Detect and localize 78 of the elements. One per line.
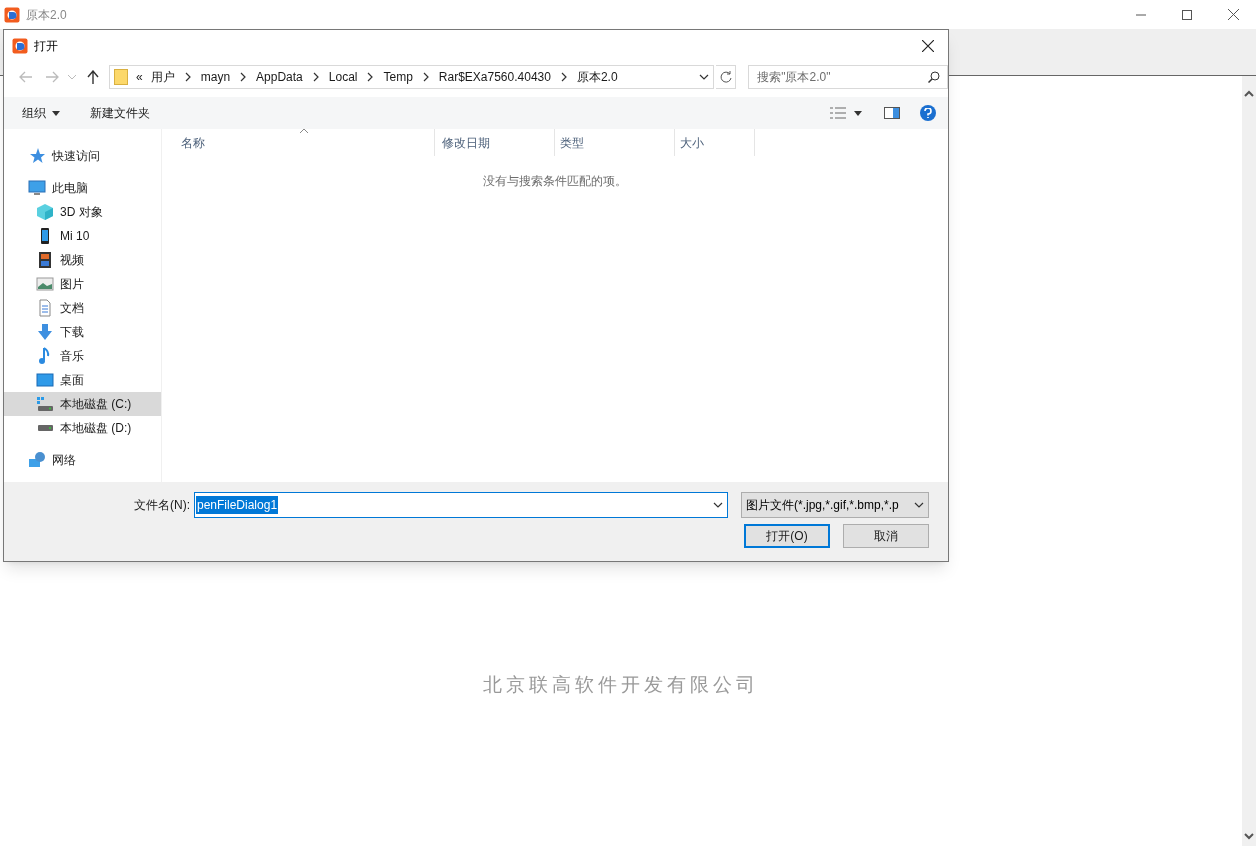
cube-icon [36,203,54,221]
breadcrumb[interactable]: AppData [256,68,303,86]
filename-field[interactable]: penFileDialog1 [194,492,728,518]
star-icon [28,147,46,165]
scroll-down-icon[interactable] [1244,833,1254,840]
film-icon [36,251,54,269]
search-field[interactable]: 搜索"原本2.0" [748,65,948,89]
sidebar-item[interactable]: 此电脑 [4,176,161,200]
sort-caret-icon [300,129,308,134]
file-type-dropdown[interactable]: 图片文件(*.jpg,*.gif,*.bmp,*.p [741,492,929,518]
dialog-title: 打开 [34,37,58,55]
dropdown-icon [699,72,710,82]
column-header[interactable]: 名称 [162,129,435,156]
maximize-icon [1182,9,1192,20]
search-icon [928,71,940,83]
refresh-button[interactable] [716,65,737,89]
network-icon [28,451,46,469]
column-header[interactable]: 大小 [675,129,755,156]
breadcrumb[interactable]: Local [328,68,358,86]
sidebar-item[interactable]: 下载 [4,320,161,344]
refresh-icon [719,71,732,83]
up-arrow-icon [87,70,100,84]
question-mark-icon [924,108,932,118]
sidebar-item[interactable]: 快速访问 [4,144,161,168]
preview-pane-button[interactable] [884,107,900,119]
chevron-down-icon [68,74,77,80]
sidebar-item[interactable]: 图片 [4,272,161,296]
caret-icon [854,110,862,116]
breadcrumb[interactable]: 原本2.0 [576,68,618,86]
sidebar-item[interactable]: 桌面 [4,368,161,392]
empty-message: 没有与搜索条件匹配的项。 [483,173,627,190]
organize-menu[interactable]: 组织 [16,104,66,122]
dialog-logo-icon [12,37,28,54]
sidebar-item[interactable]: 3D 对象 [4,200,161,224]
forward-arrow-icon [44,71,59,83]
sidebar-item[interactable]: 文档 [4,296,161,320]
sidebar-item[interactable]: 网络 [4,448,161,472]
caret-icon [52,110,60,116]
minimize-icon [1136,13,1146,16]
company-name: 北京联高软件开发有限公司 [483,673,759,697]
sidebar-item[interactable]: Mi 10 [4,224,161,248]
dialog-button[interactable]: 取消 [843,524,929,548]
app-logo-icon [4,6,20,23]
dropdown-icon [914,500,924,510]
document-icon [36,299,54,317]
picture-icon [36,275,54,293]
preview-pane-icon [884,107,900,119]
overflow-marker[interactable]: « [136,68,143,86]
window-title: 原本2.0 [26,6,67,24]
help-button[interactable] [920,105,936,121]
new-folder-button[interactable]: 新建文件夹 [84,104,156,122]
scroll-up-icon[interactable] [1244,90,1254,97]
filename-label: 文件名(N): [134,497,190,514]
folder-icon [114,69,129,85]
view-options-button[interactable] [830,107,862,119]
desktop-icon [36,371,54,389]
scrollbar[interactable] [1242,76,1256,846]
sidebar-item[interactable]: 本地磁盘 (C:) [4,392,161,416]
back-arrow-icon [18,71,33,83]
monitor-icon [28,179,46,197]
breadcrumb[interactable]: mayn [200,68,231,86]
address-bar[interactable]: « 用户 mayn AppData Local Temp Rar$EXa7560.40430 原本2.0 [109,65,715,89]
breadcrumb[interactable]: 用户 [150,68,175,86]
dropdown-icon [713,500,723,510]
column-header[interactable]: 修改日期 [435,129,555,156]
close-icon [1227,9,1239,20]
details-view-icon [830,107,846,119]
close-icon [922,39,934,52]
download-arrow-icon [36,323,54,341]
sidebar-item[interactable]: 本地磁盘 (D:) [4,416,161,440]
breadcrumb[interactable]: Temp [383,68,413,86]
breadcrumb[interactable]: Rar$EXa7560.40430 [438,68,551,86]
dialog-button[interactable]: 打开(O) [744,524,830,548]
sidebar-item[interactable]: 视频 [4,248,161,272]
sidebar-item[interactable]: 音乐 [4,344,161,368]
drive-icon [37,425,53,431]
column-header[interactable]: 类型 [555,129,675,156]
system-drive-icon [36,395,54,413]
